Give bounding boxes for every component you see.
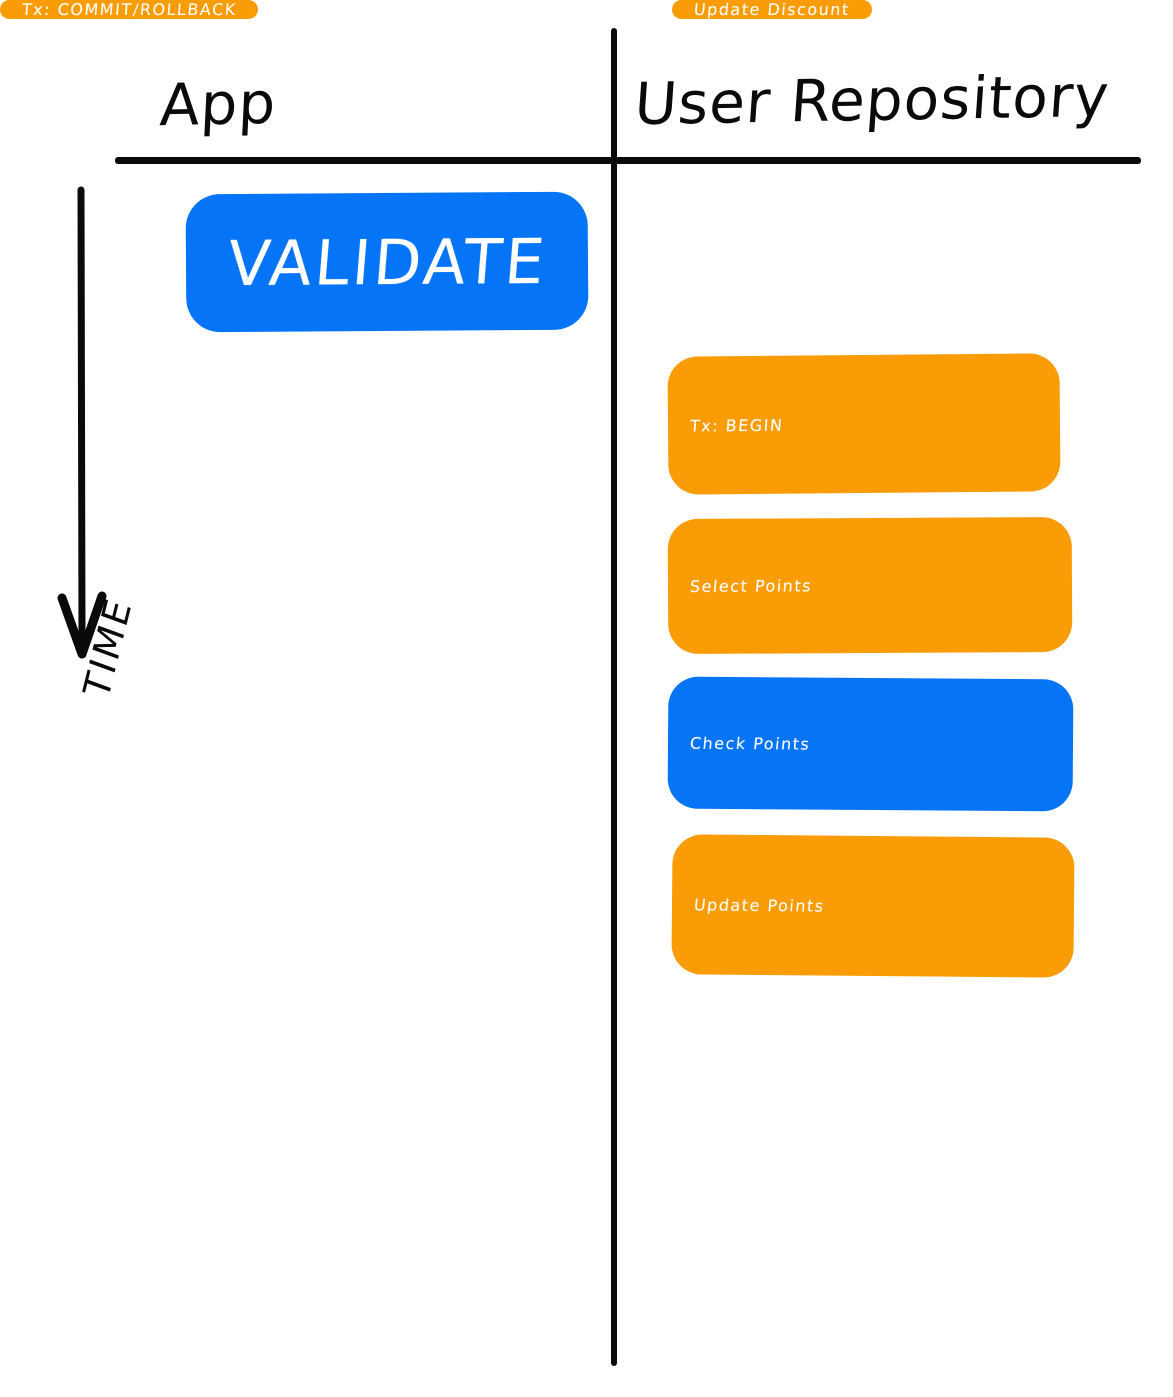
node-validate-label: VALIDATE <box>224 224 550 300</box>
node-check-points[interactable]: Check Points <box>667 676 1074 812</box>
lane-header-rule <box>115 157 1141 164</box>
lane-divider <box>611 28 617 1366</box>
lane-title-app: App <box>158 68 279 140</box>
node-update-discount[interactable]: Update Discount <box>672 0 872 19</box>
diagram-canvas: App User Repository TIME VALIDATE Tx: BE… <box>0 0 1173 1397</box>
node-tx-commit-sublabel: /ROLLBACK <box>131 0 238 19</box>
node-update-points-label: Update Points <box>693 894 826 916</box>
node-tx-commit[interactable]: Tx: COMMIT /ROLLBACK <box>0 0 259 19</box>
node-validate[interactable]: VALIDATE <box>185 191 589 333</box>
node-tx-commit-label: Tx: COMMIT <box>21 0 134 19</box>
lane-title-user-repository: User Repository <box>632 61 1112 139</box>
node-check-points-label: Check Points <box>689 733 812 754</box>
node-select-points[interactable]: Select Points <box>667 516 1073 655</box>
node-update-discount-label: Update Discount <box>693 0 851 19</box>
node-update-points[interactable]: Update Points <box>671 834 1075 978</box>
node-select-points-label: Select Points <box>689 576 813 596</box>
node-tx-begin-label: Tx: BEGIN <box>689 415 785 436</box>
time-axis: TIME <box>52 186 141 704</box>
node-tx-begin[interactable]: Tx: BEGIN <box>667 353 1061 495</box>
